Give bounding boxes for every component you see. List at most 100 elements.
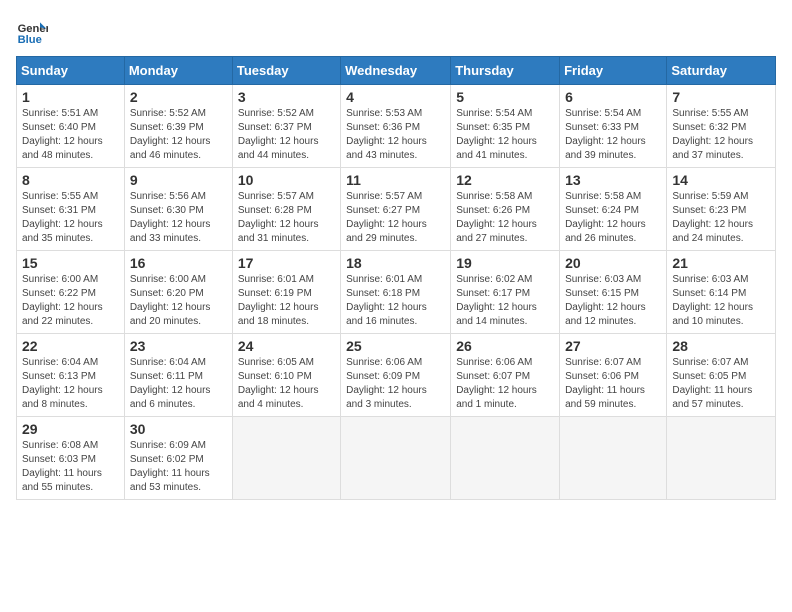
calendar-cell: 7 Sunrise: 5:55 AM Sunset: 6:32 PM Daylig… — [667, 85, 776, 168]
day-number: 5 — [456, 89, 554, 105]
calendar-cell: 20 Sunrise: 6:03 AM Sunset: 6:15 PM Dayli… — [560, 251, 667, 334]
calendar-cell: 16Sunrise: 6:00 AM Sunset: 6:20 PM Dayli… — [124, 251, 232, 334]
week-row-5: 29 Sunrise: 6:08 AM Sunset: 6:03 PM Dayli… — [17, 417, 776, 500]
svg-text:General: General — [18, 23, 48, 35]
calendar-cell: 9 Sunrise: 5:56 AM Sunset: 6:30 PM Daylig… — [124, 168, 232, 251]
day-number: 29 — [22, 421, 119, 437]
day-number: 3 — [238, 89, 335, 105]
day-number: 4 — [346, 89, 445, 105]
day-number: 8 — [22, 172, 119, 188]
day-number: 27 — [565, 338, 661, 354]
calendar-cell: 29 Sunrise: 6:08 AM Sunset: 6:03 PM Dayli… — [17, 417, 125, 500]
day-number: 13 — [565, 172, 661, 188]
calendar-cell: 19 Sunrise: 6:02 AM Sunset: 6:17 PM Dayli… — [451, 251, 560, 334]
day-number: 20 — [565, 255, 661, 271]
day-detail: Sunrise: 5:59 AM Sunset: 6:23 PM Dayligh… — [672, 190, 770, 246]
calendar-cell: 5Sunrise: 5:54 AM Sunset: 6:35 PM Daylig… — [451, 85, 560, 168]
calendar-cell: 3 Sunrise: 5:52 AM Sunset: 6:37 PM Daylig… — [232, 85, 340, 168]
calendar-cell: 11 Sunrise: 5:57 AM Sunset: 6:27 PM Dayli… — [341, 168, 451, 251]
week-row-2: 8 Sunrise: 5:55 AM Sunset: 6:31 PM Daylig… — [17, 168, 776, 251]
calendar-cell: 4 Sunrise: 5:53 AM Sunset: 6:36 PM Daylig… — [341, 85, 451, 168]
day-detail: Sunrise: 6:04 AM Sunset: 6:13 PM Dayligh… — [22, 356, 119, 412]
day-detail: Sunrise: 5:57 AM Sunset: 6:27 PM Dayligh… — [346, 190, 445, 246]
day-detail: Sunrise: 6:03 AM Sunset: 6:14 PM Dayligh… — [672, 273, 770, 329]
calendar-cell — [451, 417, 560, 500]
day-number: 14 — [672, 172, 770, 188]
day-number: 19 — [456, 255, 554, 271]
day-number: 11 — [346, 172, 445, 188]
calendar-cell — [232, 417, 340, 500]
svg-text:Blue: Blue — [18, 34, 42, 46]
day-detail: Sunrise: 5:54 AM Sunset: 6:33 PM Dayligh… — [565, 107, 661, 163]
weekday-header-wednesday: Wednesday — [341, 57, 451, 85]
calendar-cell: 21 Sunrise: 6:03 AM Sunset: 6:14 PM Dayli… — [667, 251, 776, 334]
day-number: 18 — [346, 255, 445, 271]
day-detail: Sunrise: 6:09 AM Sunset: 6:02 PM Dayligh… — [130, 439, 227, 495]
day-number: 10 — [238, 172, 335, 188]
logo-icon: General Blue — [16, 16, 48, 48]
calendar-table: SundayMondayTuesdayWednesdayThursdayFrid… — [16, 56, 776, 500]
weekday-header-friday: Friday — [560, 57, 667, 85]
day-detail: Sunrise: 6:07 AM Sunset: 6:06 PM Dayligh… — [565, 356, 661, 412]
day-number: 26 — [456, 338, 554, 354]
day-detail: Sunrise: 6:08 AM Sunset: 6:03 PM Dayligh… — [22, 439, 119, 495]
day-detail: Sunrise: 5:55 AM Sunset: 6:32 PM Dayligh… — [672, 107, 770, 163]
day-detail: Sunrise: 5:52 AM Sunset: 6:39 PM Dayligh… — [130, 107, 227, 163]
weekday-header-sunday: Sunday — [17, 57, 125, 85]
day-number: 6 — [565, 89, 661, 105]
day-number: 28 — [672, 338, 770, 354]
day-detail: Sunrise: 5:57 AM Sunset: 6:28 PM Dayligh… — [238, 190, 335, 246]
day-detail: Sunrise: 5:56 AM Sunset: 6:30 PM Dayligh… — [130, 190, 227, 246]
day-detail: Sunrise: 5:53 AM Sunset: 6:36 PM Dayligh… — [346, 107, 445, 163]
weekday-header-monday: Monday — [124, 57, 232, 85]
day-number: 17 — [238, 255, 335, 271]
calendar-cell: 13 Sunrise: 5:58 AM Sunset: 6:24 PM Dayli… — [560, 168, 667, 251]
day-detail: Sunrise: 6:01 AM Sunset: 6:19 PM Dayligh… — [238, 273, 335, 329]
day-number: 25 — [346, 338, 445, 354]
calendar-cell: 10 Sunrise: 5:57 AM Sunset: 6:28 PM Dayli… — [232, 168, 340, 251]
logo: General Blue — [16, 16, 48, 48]
day-detail: Sunrise: 5:52 AM Sunset: 6:37 PM Dayligh… — [238, 107, 335, 163]
calendar-cell: 12Sunrise: 5:58 AM Sunset: 6:26 PM Dayli… — [451, 168, 560, 251]
calendar-cell: 8 Sunrise: 5:55 AM Sunset: 6:31 PM Daylig… — [17, 168, 125, 251]
day-number: 15 — [22, 255, 119, 271]
day-number: 2 — [130, 89, 227, 105]
day-detail: Sunrise: 6:01 AM Sunset: 6:18 PM Dayligh… — [346, 273, 445, 329]
day-detail: Sunrise: 6:00 AM Sunset: 6:22 PM Dayligh… — [22, 273, 119, 329]
day-detail: Sunrise: 6:07 AM Sunset: 6:05 PM Dayligh… — [672, 356, 770, 412]
day-number: 23 — [130, 338, 227, 354]
page-header: General Blue — [16, 16, 776, 48]
day-detail: Sunrise: 6:06 AM Sunset: 6:09 PM Dayligh… — [346, 356, 445, 412]
day-detail: Sunrise: 6:03 AM Sunset: 6:15 PM Dayligh… — [565, 273, 661, 329]
day-number: 9 — [130, 172, 227, 188]
week-row-1: 1 Sunrise: 5:51 AM Sunset: 6:40 PM Daylig… — [17, 85, 776, 168]
day-number: 21 — [672, 255, 770, 271]
day-number: 16 — [130, 255, 227, 271]
day-number: 7 — [672, 89, 770, 105]
day-number: 22 — [22, 338, 119, 354]
day-detail: Sunrise: 6:02 AM Sunset: 6:17 PM Dayligh… — [456, 273, 554, 329]
week-row-3: 15 Sunrise: 6:00 AM Sunset: 6:22 PM Dayli… — [17, 251, 776, 334]
day-number: 24 — [238, 338, 335, 354]
day-detail: Sunrise: 6:06 AM Sunset: 6:07 PM Dayligh… — [456, 356, 554, 412]
calendar-cell: 14 Sunrise: 5:59 AM Sunset: 6:23 PM Dayli… — [667, 168, 776, 251]
day-detail: Sunrise: 5:58 AM Sunset: 6:24 PM Dayligh… — [565, 190, 661, 246]
day-detail: Sunrise: 6:04 AM Sunset: 6:11 PM Dayligh… — [130, 356, 227, 412]
day-detail: Sunrise: 5:55 AM Sunset: 6:31 PM Dayligh… — [22, 190, 119, 246]
calendar-cell: 1 Sunrise: 5:51 AM Sunset: 6:40 PM Daylig… — [17, 85, 125, 168]
calendar-cell: 27 Sunrise: 6:07 AM Sunset: 6:06 PM Dayli… — [560, 334, 667, 417]
calendar-cell: 22 Sunrise: 6:04 AM Sunset: 6:13 PM Dayli… — [17, 334, 125, 417]
calendar-cell: 6 Sunrise: 5:54 AM Sunset: 6:33 PM Daylig… — [560, 85, 667, 168]
calendar-cell: 2 Sunrise: 5:52 AM Sunset: 6:39 PM Daylig… — [124, 85, 232, 168]
calendar-cell: 24 Sunrise: 6:05 AM Sunset: 6:10 PM Dayli… — [232, 334, 340, 417]
weekday-header-saturday: Saturday — [667, 57, 776, 85]
day-number: 1 — [22, 89, 119, 105]
calendar-cell: 28 Sunrise: 6:07 AM Sunset: 6:05 PM Dayli… — [667, 334, 776, 417]
calendar-cell: 17 Sunrise: 6:01 AM Sunset: 6:19 PM Dayli… — [232, 251, 340, 334]
day-detail: Sunrise: 5:51 AM Sunset: 6:40 PM Dayligh… — [22, 107, 119, 163]
calendar-cell — [667, 417, 776, 500]
day-detail: Sunrise: 6:05 AM Sunset: 6:10 PM Dayligh… — [238, 356, 335, 412]
calendar-cell: 26 Sunrise: 6:06 AM Sunset: 6:07 PM Dayli… — [451, 334, 560, 417]
day-number: 30 — [130, 421, 227, 437]
calendar-cell — [560, 417, 667, 500]
